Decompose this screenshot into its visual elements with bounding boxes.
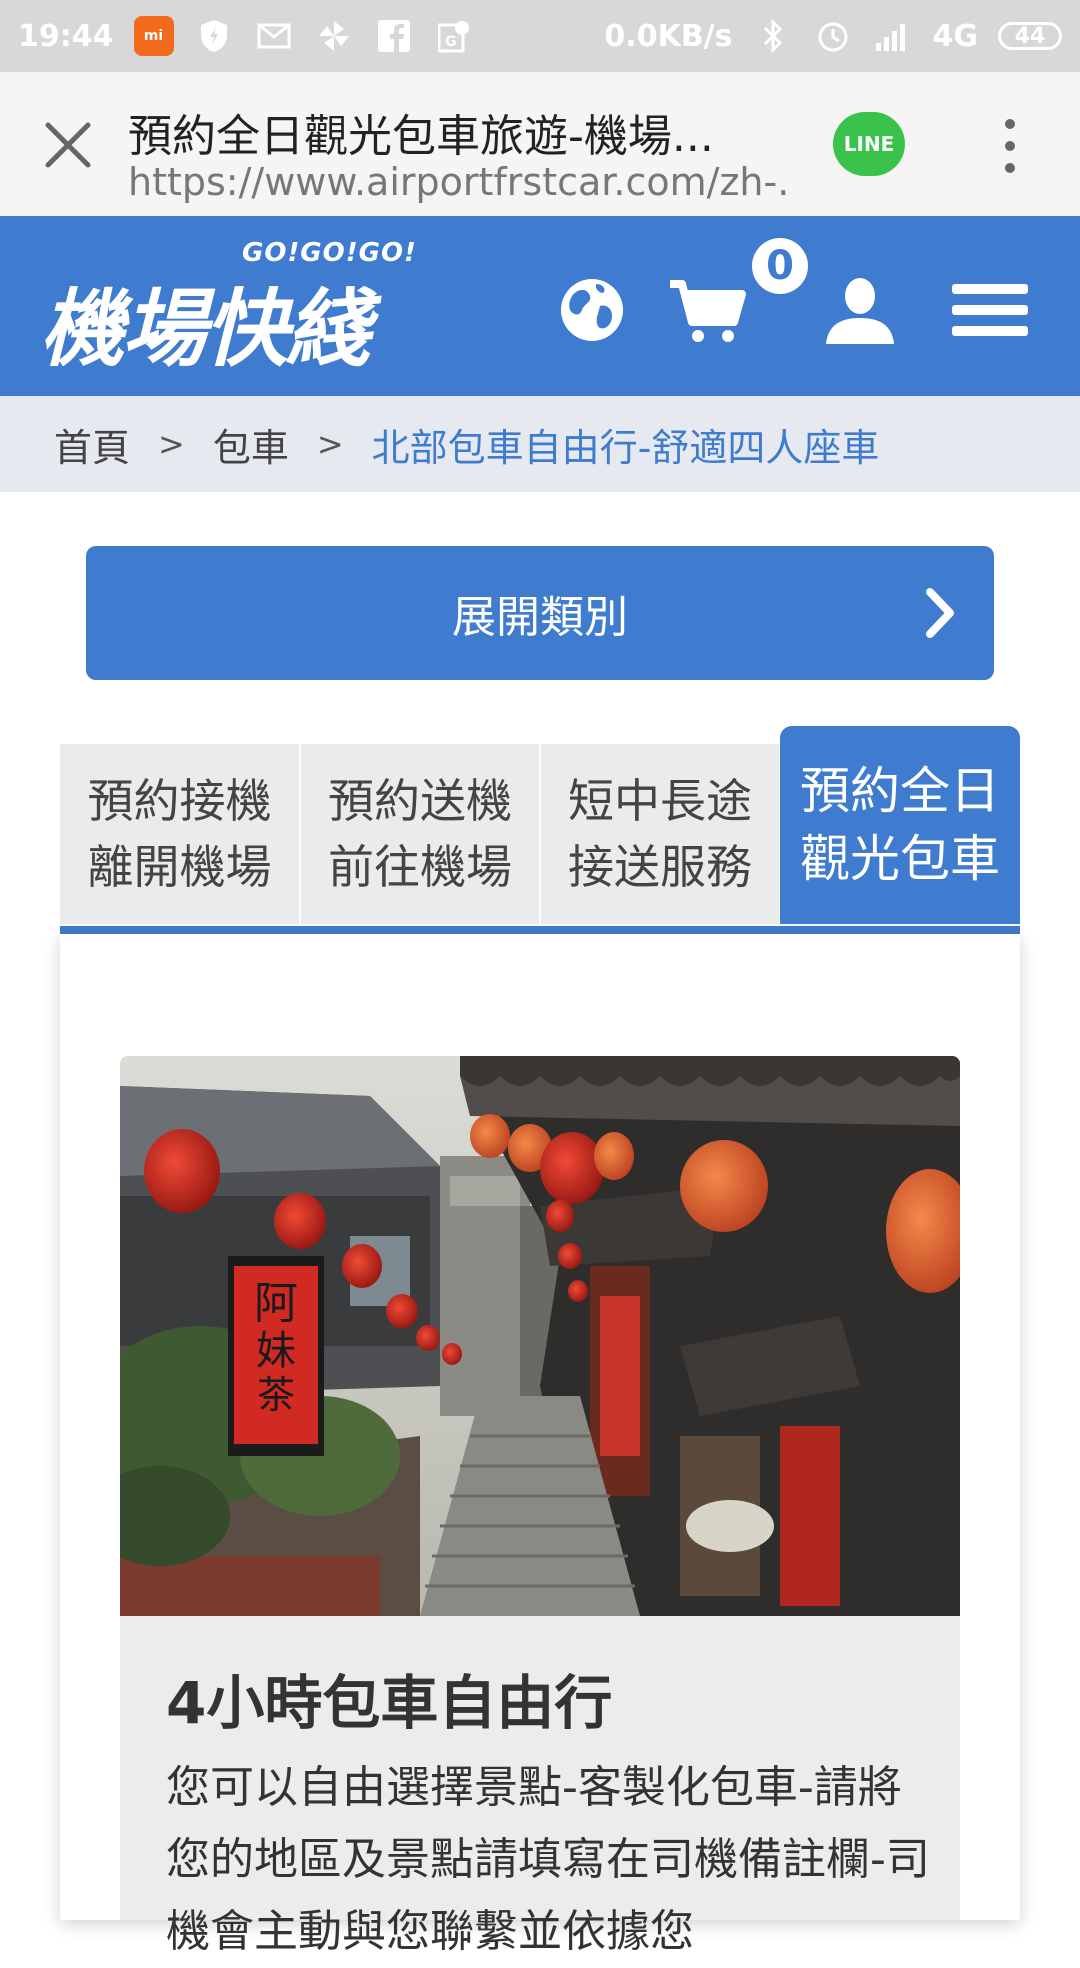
cart-count-badge: 0 <box>752 238 808 294</box>
line-label: LINE <box>843 132 895 156</box>
more-vert-icon <box>1005 119 1015 173</box>
tab-label-line2: 離開機場 <box>87 840 272 894</box>
svg-text:妹: 妹 <box>256 1328 296 1374</box>
tab-underline <box>60 926 1020 934</box>
network-speed: 0.0KB/s <box>604 18 733 54</box>
mi-icon: mi <box>133 16 174 56</box>
cart-button[interactable] <box>668 274 752 346</box>
network-type: 4G <box>932 18 979 54</box>
tab-label-line1: 預約接機 <box>87 774 272 828</box>
tab-label-line2: 前往機場 <box>328 840 512 894</box>
product-info: 4小時包車自由行 您可以自由選擇景點-客製化包車-請將您的地區及景點請填寫在司機… <box>120 1616 960 1957</box>
mail-icon <box>254 16 294 56</box>
close-button[interactable] <box>40 117 96 173</box>
alarm-icon <box>813 16 853 56</box>
maps-icon: G <box>434 16 474 56</box>
bluetooth-icon <box>753 16 793 56</box>
tab-label-line2: 觀光包車 <box>800 830 1000 888</box>
close-icon <box>45 122 91 168</box>
globe-icon <box>561 279 623 341</box>
breadcrumb-separator: > <box>158 425 185 463</box>
shield-icon <box>194 16 234 56</box>
chevron-right-icon <box>926 588 954 638</box>
product-description: 您可以自由選擇景點-客製化包車-請將您的地區及景點請填寫在司機備註欄-司機會主動… <box>166 1762 930 1957</box>
menu-icon <box>952 284 1028 336</box>
menu-button[interactable] <box>950 274 1030 346</box>
tab-transfer-service[interactable]: 短中長途 接送服務 <box>541 744 781 924</box>
status-left: 19:44 mi G <box>18 16 474 56</box>
expand-categories-label: 展開類別 <box>452 592 628 643</box>
product-image[interactable]: 阿 妹 茶 <box>120 1056 960 1616</box>
breadcrumb-current[interactable]: 北部包車自由行-舒適四人座車 <box>372 417 880 472</box>
status-time: 19:44 <box>18 18 114 54</box>
tab-label-line1: 預約全日 <box>800 762 1000 820</box>
user-icon <box>826 278 894 344</box>
battery-indicator: 44 <box>998 22 1062 50</box>
breadcrumb: 首頁 > 包車 > 北部包車自由行-舒適四人座車 <box>0 396 1080 492</box>
breadcrumb-separator: > <box>316 425 344 463</box>
breadcrumb-home[interactable]: 首頁 <box>54 417 130 472</box>
page-title: 預約全日觀光包車旅遊-機場... <box>128 111 714 162</box>
status-right: 0.0KB/s 4G 44 <box>604 16 1062 56</box>
product-title[interactable]: 4小時包車自由行 <box>166 1656 612 1740</box>
tab-label-line2: 接送服務 <box>568 840 752 894</box>
status-bar: 19:44 mi G 0.0KB/s 4G 44 <box>0 0 1080 72</box>
signal-icon <box>873 16 913 56</box>
breadcrumb-charter[interactable]: 包車 <box>213 417 289 472</box>
tab-airport-pickup[interactable]: 預約接機 離開機場 <box>60 744 301 924</box>
account-button[interactable] <box>824 274 896 346</box>
product-card[interactable]: 阿 妹 茶 4小時包車自由行 您可以自由選擇景點-客製化包車-請將您的地區及景點… <box>60 934 1020 1957</box>
page-url[interactable]: https://www.airportfrstcar.com/zh-... <box>128 160 788 204</box>
tab-airport-dropoff[interactable]: 預約送機 前往機場 <box>301 744 541 924</box>
expand-categories-button[interactable]: 展開類別 <box>86 546 994 680</box>
more-options-button[interactable] <box>990 116 1030 176</box>
svg-text:茶: 茶 <box>257 1373 295 1417</box>
browser-toolbar: 預約全日觀光包車旅遊-機場... https://www.airportfrst… <box>0 72 1080 217</box>
tab-day-tour-charter[interactable]: 預約全日 觀光包車 <box>780 726 1020 924</box>
tab-label-line1: 短中長途 <box>568 774 752 828</box>
line-share-button[interactable]: LINE <box>833 112 905 176</box>
svg-text:阿: 阿 <box>254 1278 298 1329</box>
pinwheel-icon <box>314 16 354 56</box>
site-header: GO!GO!GO! 機場快綫 <box>0 216 1080 396</box>
service-tabs: 預約接機 離開機場 預約送機 前往機場 短中長途 接送服務 預約全日 觀光包車 <box>60 726 1020 934</box>
tab-label-line1: 預約送機 <box>328 774 512 828</box>
lantern-street-photo: 阿 妹 茶 <box>120 1056 960 1616</box>
logo-text: 機場快綫 <box>40 280 370 378</box>
svg-text:G: G <box>445 34 457 50</box>
language-button[interactable] <box>556 274 628 346</box>
facebook-icon <box>374 16 414 56</box>
cart-icon <box>670 280 746 342</box>
